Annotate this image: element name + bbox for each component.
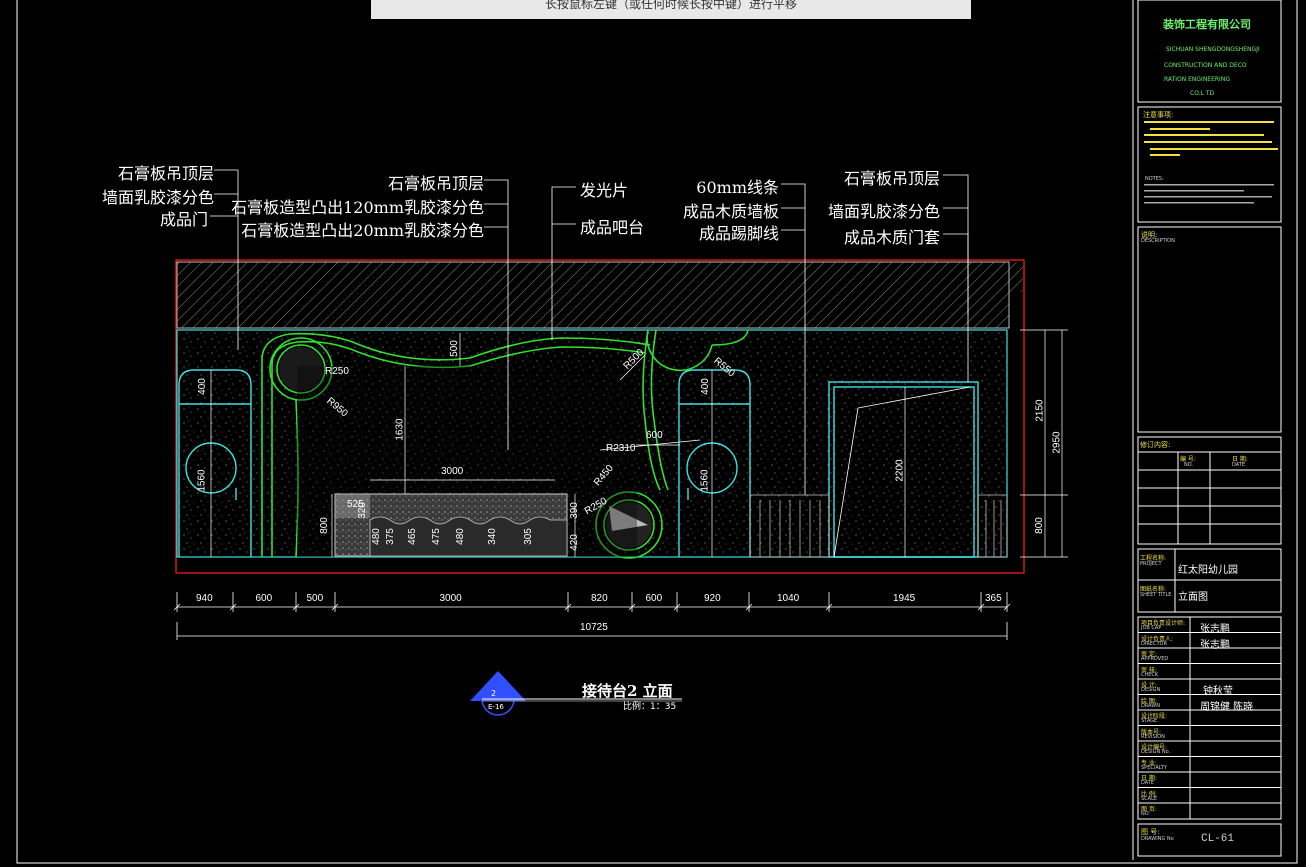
bottom-dim-label: 500 bbox=[306, 593, 324, 604]
title-block-row-label-en: DRAWN bbox=[1141, 702, 1160, 709]
title-block-row-label-en: JOB CAP bbox=[1141, 625, 1162, 631]
label-wall-paint-right: 墙面乳胶漆分色 bbox=[827, 202, 940, 221]
symbol-sheet-ref: E-16 bbox=[488, 703, 504, 711]
ceiling-hatch bbox=[176, 261, 1010, 329]
title-block-row-label-en: APPROVED bbox=[1141, 656, 1169, 662]
label-ceiling-mid: 石膏板吊顶层 bbox=[387, 174, 484, 193]
title-block-row-label-en: CHECK bbox=[1141, 671, 1159, 678]
dim-800-right: 800 bbox=[1033, 517, 1045, 534]
pan-hint-text: 长按鼠标左键（或任何时候长按中键）进行平移 bbox=[544, 0, 797, 11]
label-ceiling-right: 石膏板吊顶层 bbox=[843, 169, 940, 188]
bottom-dim-label: 820 bbox=[591, 593, 608, 604]
dim-420: 420 bbox=[568, 534, 580, 551]
label-wall-paint-left: 墙面乳胶漆分色 bbox=[101, 188, 214, 207]
bottom-dim-label: 1945 bbox=[893, 593, 916, 604]
dim-1630: 1630 bbox=[394, 418, 406, 441]
project-label-en: PROJECT bbox=[1140, 561, 1162, 567]
sheet-label-en: SHEET TITLE bbox=[1140, 592, 1172, 598]
dim-2150: 2150 bbox=[1034, 399, 1046, 422]
bar-height-label: 475 bbox=[430, 528, 442, 545]
title-block-row-label-en: STAGE bbox=[1141, 718, 1158, 724]
company-en-3: RATION ENGINEERING bbox=[1164, 76, 1230, 83]
bar-height-label: 465 bbox=[406, 528, 418, 545]
label-light-panel: 发光片 bbox=[580, 181, 629, 200]
label-60mm-line: 60mm线条 bbox=[696, 178, 779, 197]
dim-500: 500 bbox=[448, 340, 460, 357]
dim-400b: 400 bbox=[699, 378, 711, 395]
notes-text-block bbox=[1144, 120, 1280, 164]
label-wood-panel: 成品木质墙板 bbox=[682, 202, 779, 221]
dim-800-inner: 800 bbox=[318, 517, 330, 534]
title-block-row-label-en: DIRECTOR bbox=[1141, 640, 1167, 647]
drawing-title: 接待台2 立面 bbox=[582, 682, 673, 700]
dim-400a: 400 bbox=[196, 378, 208, 395]
dim-2950: 2950 bbox=[1051, 431, 1063, 454]
bottom-dim-label: 600 bbox=[645, 593, 663, 604]
desc-en: DESCRIPTION bbox=[1141, 238, 1175, 244]
dim-1560a: 1560 bbox=[196, 469, 208, 492]
bar-height-label: 340 bbox=[486, 528, 498, 545]
label-door-frame: 成品木质门套 bbox=[843, 228, 940, 247]
label-ceiling-left: 石膏板吊顶层 bbox=[117, 164, 214, 183]
drawing-no-label-en: DRAWING No bbox=[1141, 836, 1174, 842]
label-gypsum-120: 石膏板造型凸出120mm乳胶漆分色 bbox=[231, 198, 484, 217]
bar-height-label: 305 bbox=[522, 528, 534, 545]
drawing-number: CL-61 bbox=[1201, 833, 1235, 845]
title-block-row-value: 钟秋莹 bbox=[1203, 686, 1233, 697]
title-block-row-value: 张志鹏 bbox=[1200, 639, 1230, 651]
company-en-1: SICHUAN SHENGDONGSHENGJI bbox=[1166, 46, 1260, 53]
bottom-dim-label: 3000 bbox=[439, 593, 462, 604]
pan-hint-bar: 长按鼠标左键（或任何时候长按中键）进行平移 bbox=[371, 0, 971, 19]
title-block-row-label-en: REVISION bbox=[1141, 733, 1165, 740]
notes-title: 注意事项: bbox=[1143, 111, 1174, 119]
title-block-row-value: 张志鹏 bbox=[1200, 624, 1230, 635]
sheet-value: 立面图 bbox=[1178, 592, 1208, 603]
title-block-row-value: 周锦健 陈晓 bbox=[1200, 701, 1254, 713]
revision-date-en: DATE bbox=[1232, 462, 1246, 468]
title-block-row-label-en: NO bbox=[1141, 811, 1149, 817]
bar-counter bbox=[334, 493, 568, 557]
dim-total: 10725 bbox=[580, 622, 608, 633]
dim-390: 390 bbox=[568, 502, 580, 519]
title-block-row-label-en: DATE bbox=[1141, 780, 1155, 786]
bar-height-label: 375 bbox=[384, 528, 396, 545]
label-gypsum-20: 石膏板造型凸出20mm乳胶漆分色 bbox=[241, 221, 484, 240]
dim-3000-inner: 3000 bbox=[441, 466, 464, 477]
notes-en-title: NOTES: bbox=[1145, 176, 1164, 182]
bottom-dim-label: 600 bbox=[255, 593, 273, 604]
notes-en-text-block bbox=[1144, 183, 1278, 209]
symbol-number: 2 bbox=[491, 689, 497, 698]
bottom-dim-label: 940 bbox=[196, 593, 213, 604]
bottom-dim-label: 1040 bbox=[777, 593, 800, 604]
project-value: 红太阳幼儿园 bbox=[1178, 565, 1238, 576]
dim-320: 320 bbox=[356, 502, 368, 519]
bar-height-label: 480 bbox=[454, 528, 466, 545]
revision-no-en: NO. bbox=[1184, 462, 1194, 468]
title-block-row-label-en: SPECIALTY bbox=[1141, 764, 1167, 771]
dim-r250a: R250 bbox=[325, 366, 349, 377]
bottom-dim-label: 920 bbox=[704, 593, 721, 604]
label-skirting: 成品踢脚线 bbox=[698, 224, 779, 243]
bar-height-label: 480 bbox=[370, 528, 382, 545]
company-en-4: CO.L TD bbox=[1190, 90, 1215, 97]
drawing-scale: 比例：1：35 bbox=[623, 702, 677, 712]
bottom-dim-label: 365 bbox=[985, 593, 1002, 604]
revision-title: 修订内容: bbox=[1140, 441, 1171, 449]
dim-600-inner: 600 bbox=[646, 430, 663, 441]
title-block-row-label-en: DESIGN No. bbox=[1141, 749, 1171, 755]
company-name: 装饰工程有限公司 bbox=[1163, 18, 1251, 31]
label-bar-counter: 成品吧台 bbox=[580, 218, 645, 237]
company-en-2: CONSTRUCTION AND DECO bbox=[1164, 62, 1247, 69]
dim-1560b: 1560 bbox=[699, 469, 711, 492]
dim-2200: 2200 bbox=[894, 459, 906, 482]
title-block-row-label-en: SCALE bbox=[1141, 795, 1158, 802]
title-block-row-label-en: DESIGN bbox=[1141, 687, 1161, 693]
ceiling-hatch-right bbox=[1009, 262, 1023, 292]
dim-r2310: R2310 bbox=[606, 443, 636, 454]
label-door-left: 成品门 bbox=[159, 210, 208, 229]
